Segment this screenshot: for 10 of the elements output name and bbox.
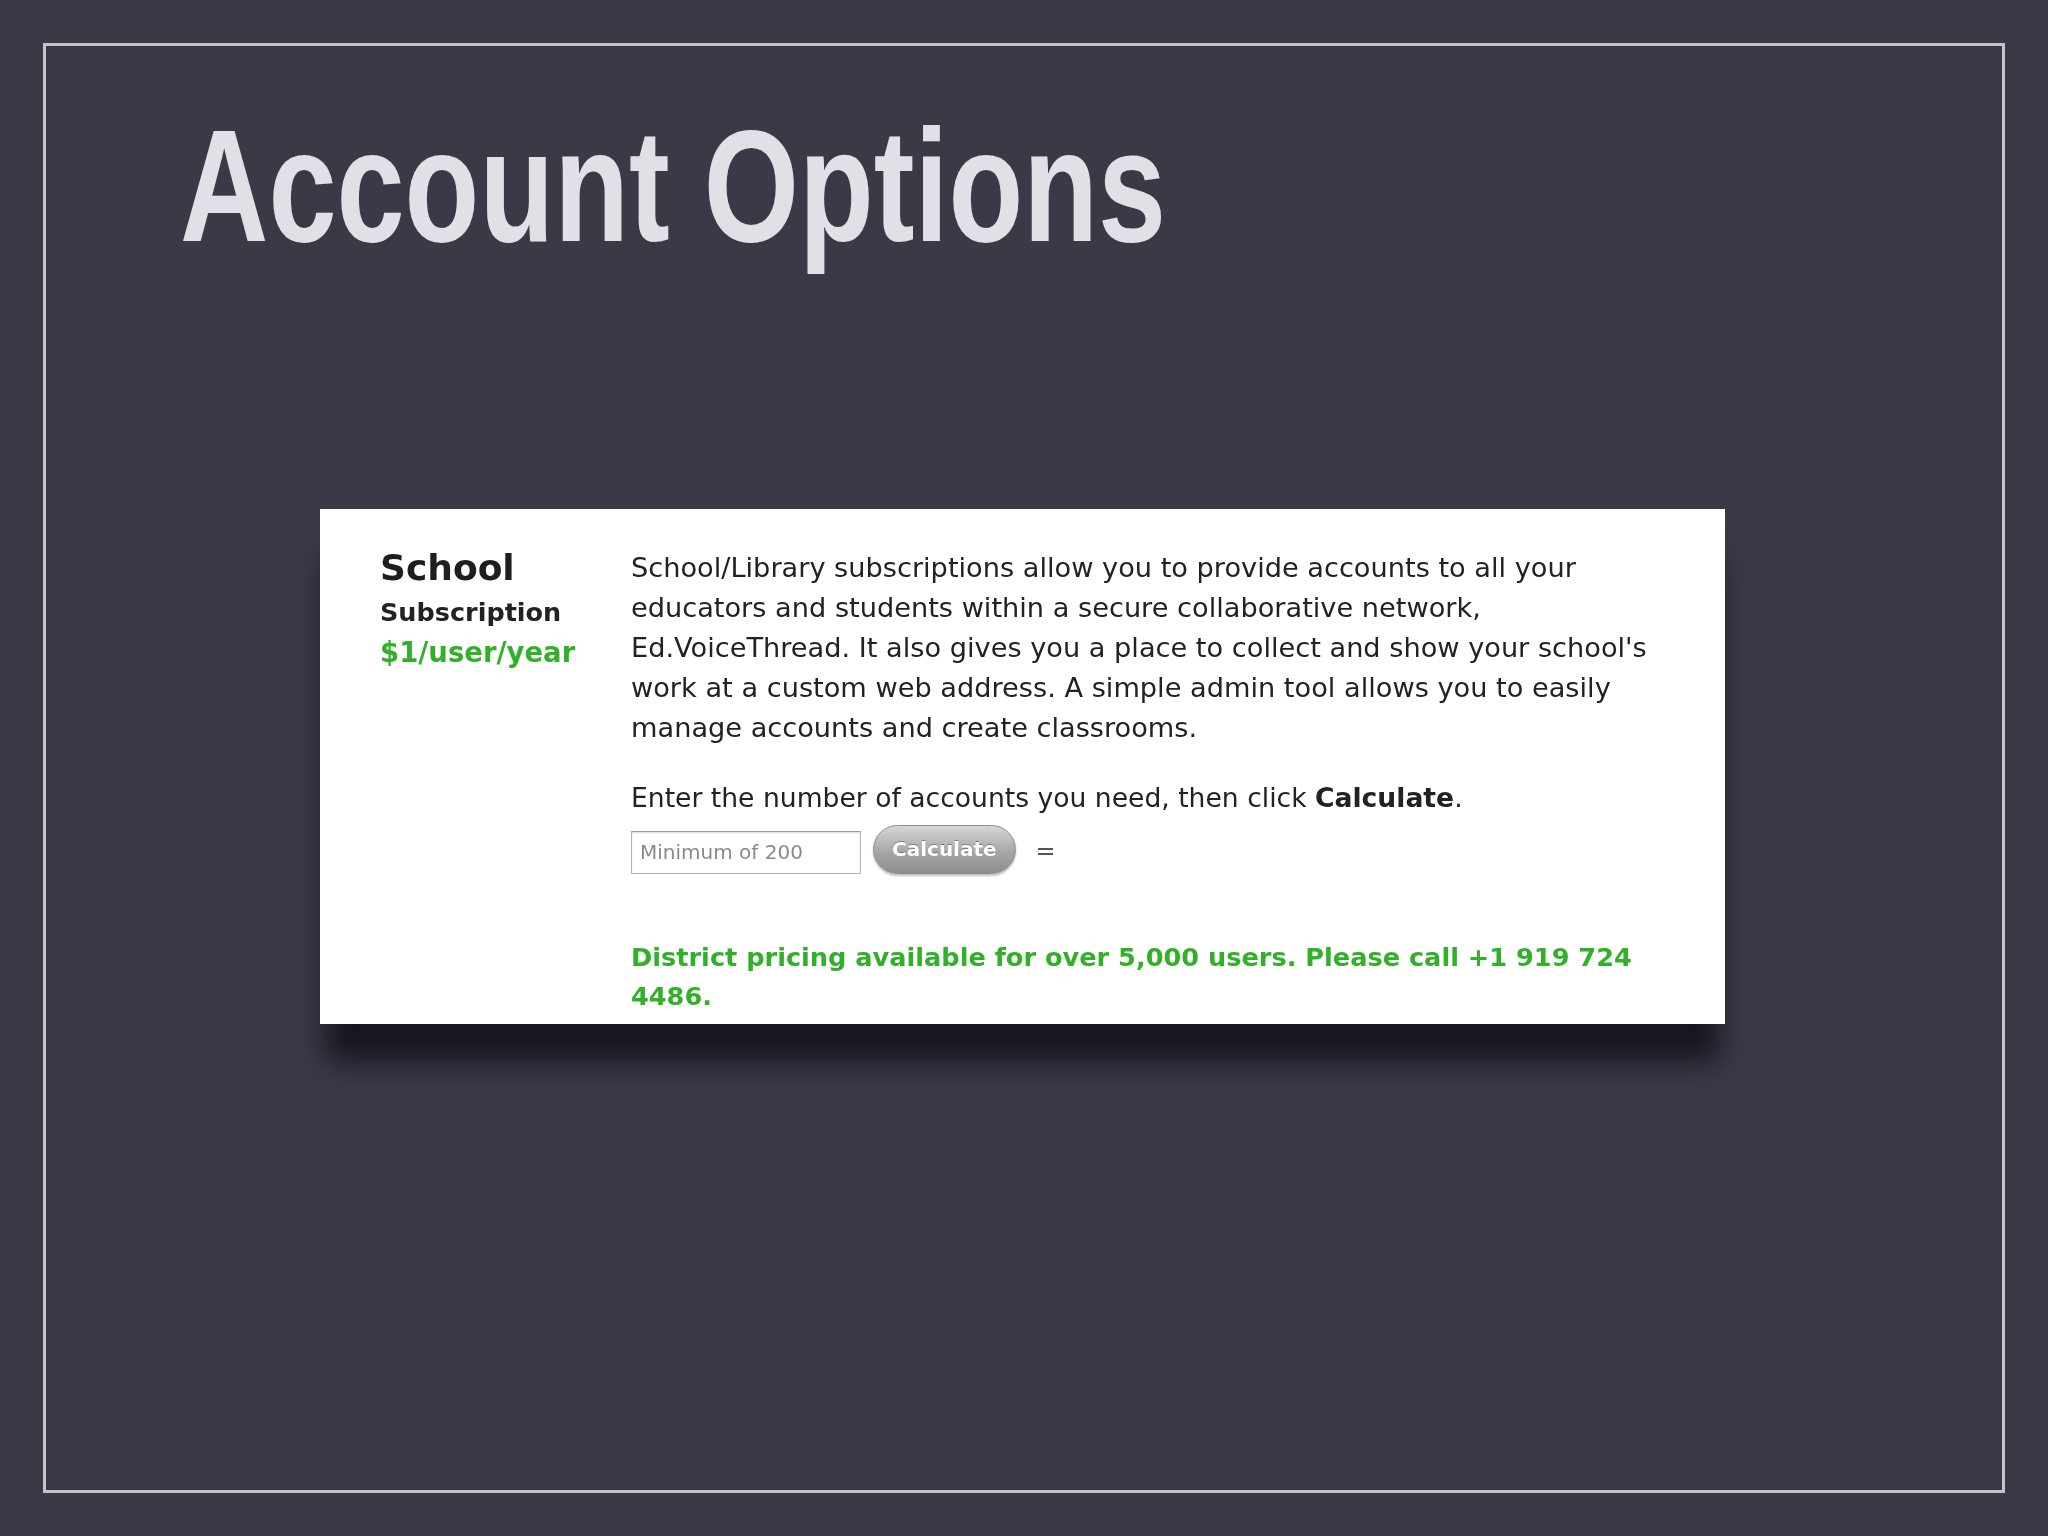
accounts-input[interactable]: Minimum of 200 — [631, 830, 861, 874]
plan-price: $1/user/year — [380, 634, 576, 670]
equals-sign: = — [1035, 837, 1056, 866]
plan-name: School — [380, 547, 515, 588]
instruction-text: Enter the number of accounts you need, then click Calculate. — [631, 780, 1463, 815]
district-note: District pricing available for over 5,000 users. Please call +1 919 724 4486. — [631, 940, 1633, 1013]
plan-type: Subscription — [380, 595, 562, 629]
description-text: School/Library subscriptions allow you to provide accounts to all your educators and students within a secure collaborative network, Ed.VoiceThread. It also gives you a place to collect and show your school's work at a custom web address. A simple admin tool allows you to easily manage accounts and create classrooms. — [631, 550, 1648, 745]
calculate-button[interactable]: Calculate — [873, 824, 1016, 874]
slide-title: Account Options — [180, 96, 1167, 277]
